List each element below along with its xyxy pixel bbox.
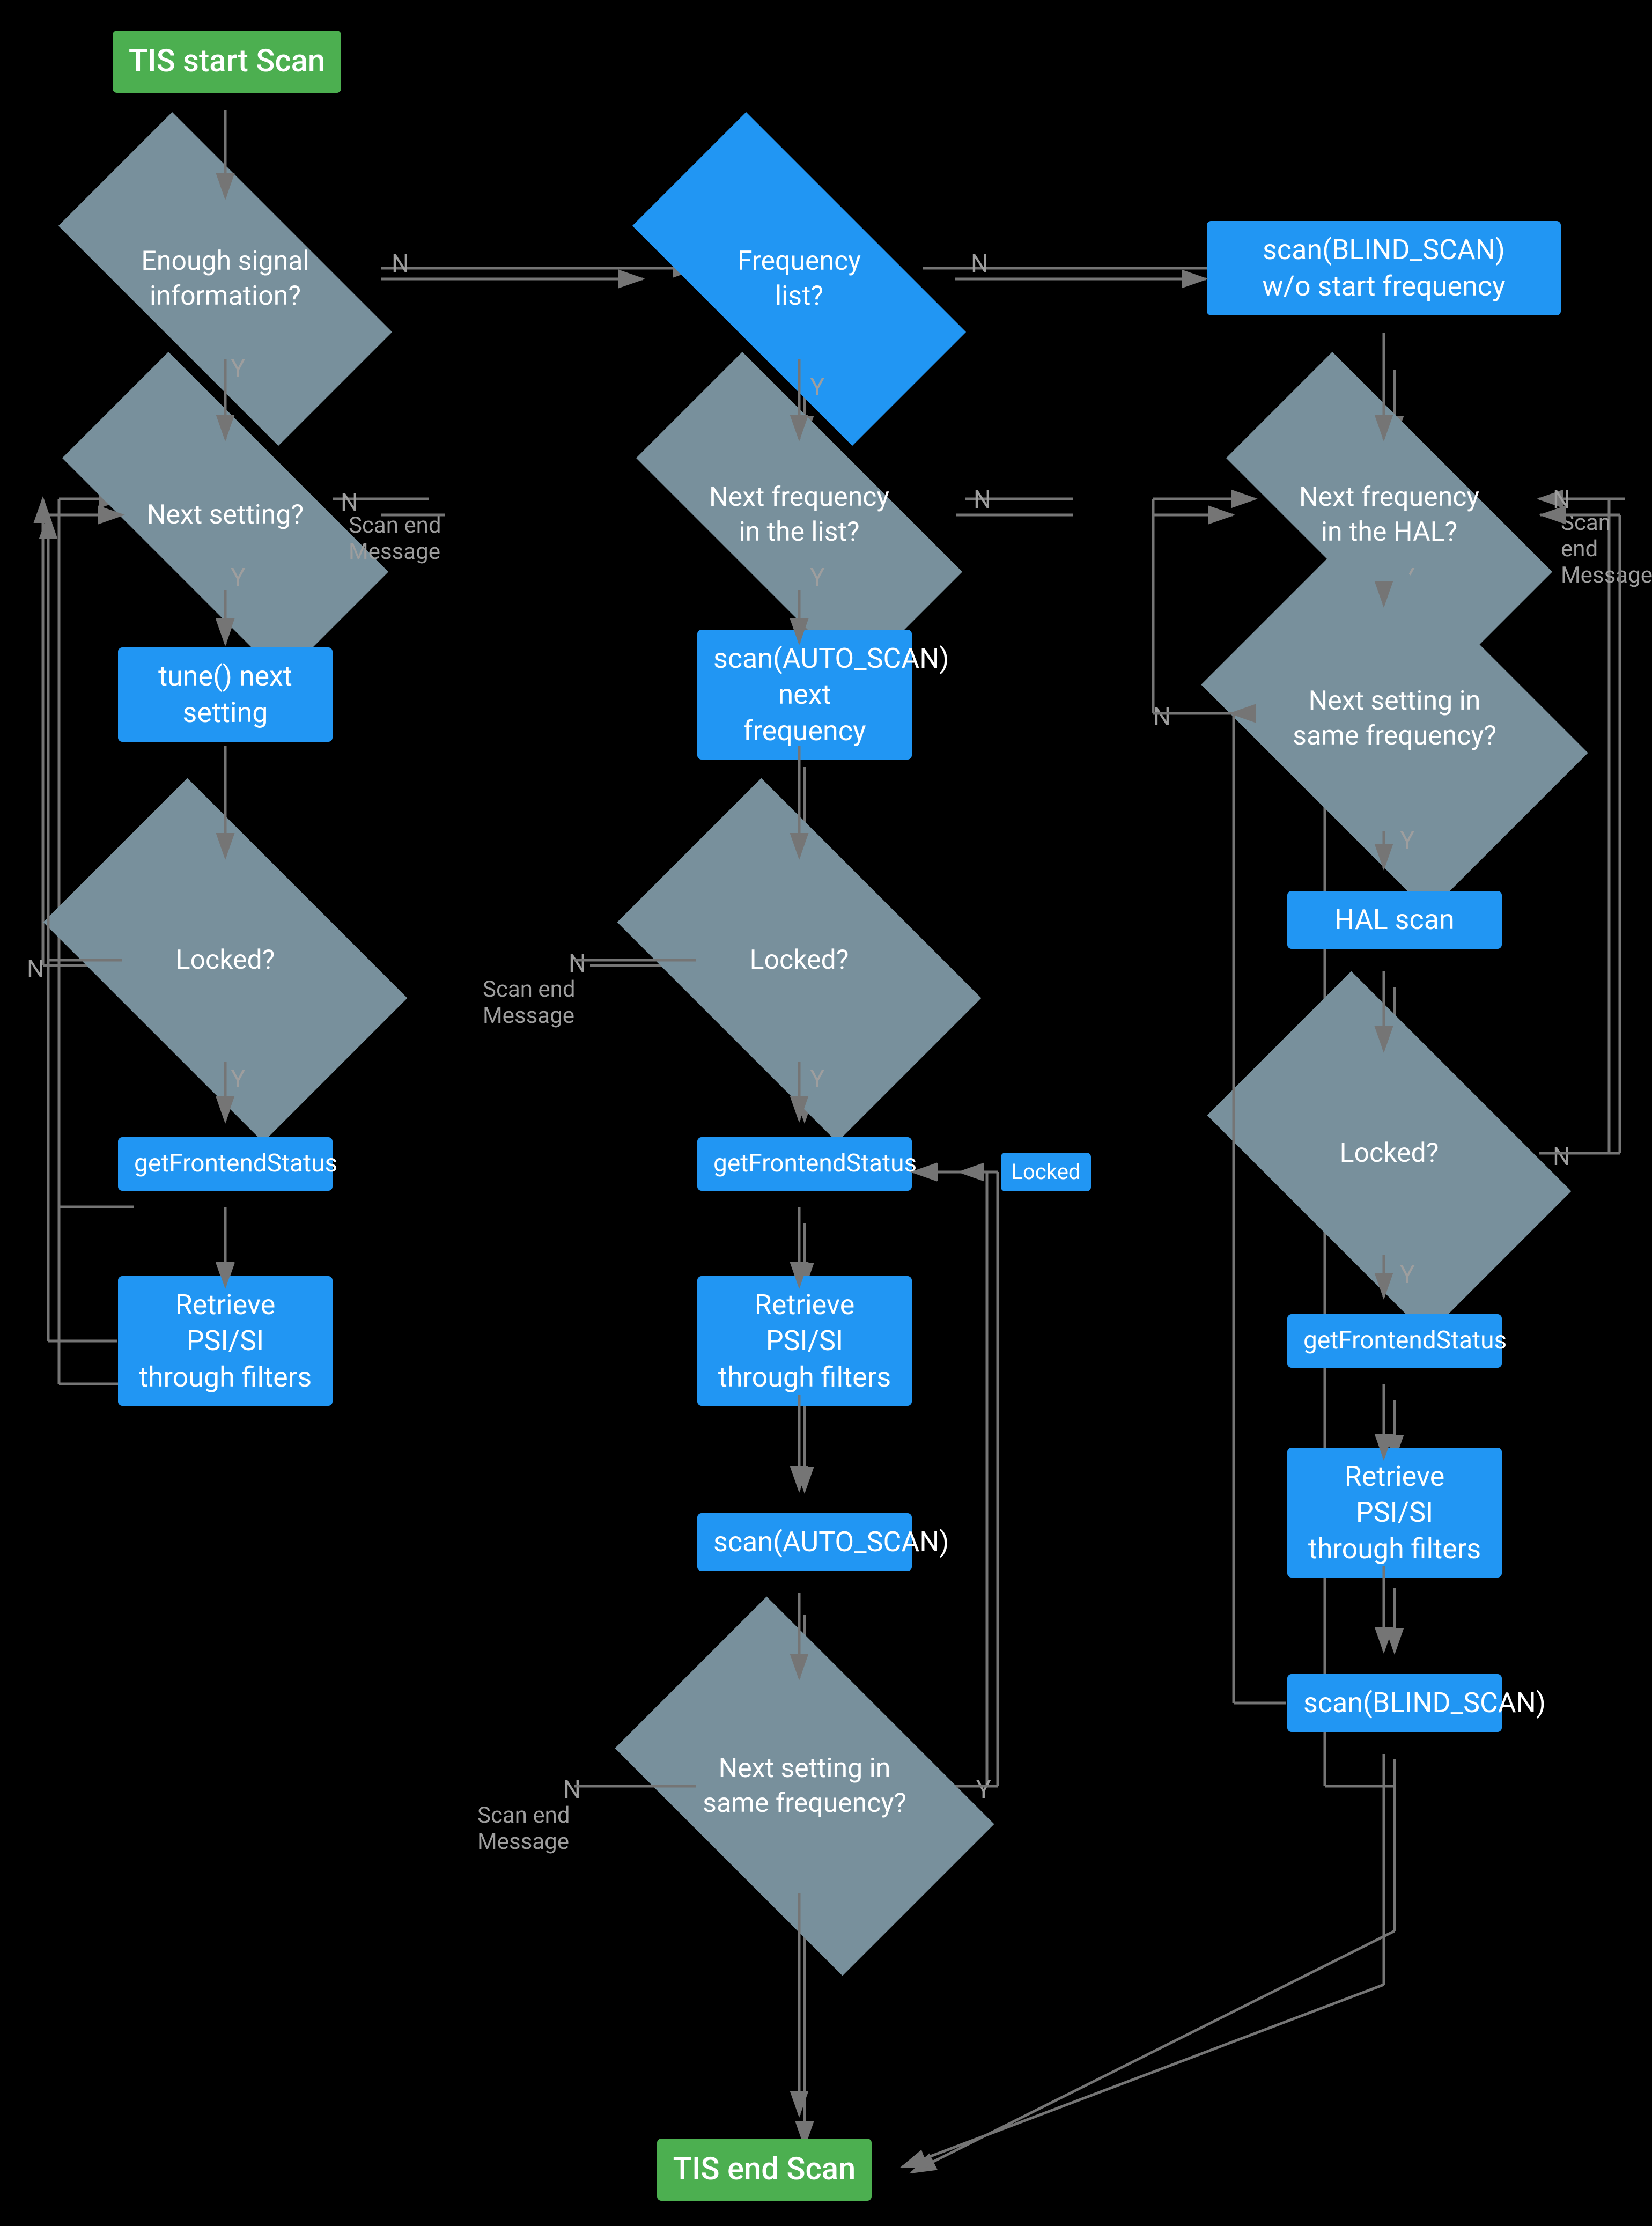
get-frontend3-node: getFrontendStatus: [1287, 1298, 1502, 1384]
locked2-text: Locked?: [750, 943, 849, 978]
n-label-8: N: [569, 949, 586, 978]
n-label-2: N: [971, 249, 989, 278]
n-label-1: N: [392, 249, 409, 278]
retrieve-psi2-node: Retrieve PSI/SIthrough filters: [697, 1287, 912, 1395]
y-label-1: Y: [231, 354, 246, 383]
blind-scan-start-node: scan(BLIND_SCAN)w/o start frequency: [1207, 204, 1561, 333]
next-setting-hal-diamond: Next setting insame frequency?: [1234, 606, 1555, 831]
auto-scan2-node: scan(AUTO_SCAN): [697, 1491, 912, 1593]
locked1-diamond: Locked?: [70, 858, 381, 1062]
next-setting-freq-diamond: Next setting insame frequency?: [644, 1679, 965, 1893]
blind-scan-start-label: scan(BLIND_SCAN)w/o start frequency: [1207, 221, 1561, 315]
end-label: TIS end Scan: [657, 2139, 872, 2200]
next-freq-hal-text: Next frequencyin the HAL?: [1299, 480, 1479, 550]
start-node: TIS start Scan: [89, 11, 365, 113]
scan-end-msg-1: Scan endMessage: [349, 512, 441, 565]
get-frontend2-node: getFrontendStatus: [697, 1121, 912, 1207]
hal-scan-node: HAL scan: [1287, 869, 1502, 971]
y-label-6: Y: [1400, 826, 1415, 855]
scan-end-msg-4: Scan endMessage: [477, 1802, 570, 1855]
locked3-text: Locked?: [1340, 1136, 1439, 1171]
y-label-9: Y: [1400, 1261, 1415, 1289]
y-label-4: Y: [810, 563, 825, 592]
next-freq-list-text: Next frequencyin the list?: [709, 480, 889, 550]
retrieve-psi2-label: Retrieve PSI/SIthrough filters: [697, 1276, 912, 1406]
locked3-diamond: Locked?: [1234, 1051, 1545, 1255]
get-frontend3-label: getFrontendStatus: [1287, 1314, 1502, 1368]
n-label-4: N: [974, 485, 991, 514]
start-label: TIS start Scan: [113, 31, 341, 92]
y-label-3: Y: [231, 563, 246, 592]
y-label-10: Y: [976, 1775, 991, 1804]
scan-end-msg-2: Scan endMessage: [1561, 510, 1652, 588]
retrieve-psi3-label: Retrieve PSI/SIthrough filters: [1287, 1448, 1502, 1578]
tune-next-label: tune() next setting: [118, 647, 333, 741]
blind-scan2-label: scan(BLIND_SCAN): [1287, 1674, 1502, 1732]
n-label-6: N: [1153, 703, 1171, 732]
tune-next-node: tune() next setting: [118, 644, 333, 746]
locked2-diamond: Locked?: [644, 858, 955, 1062]
locked-badge: Locked: [992, 1151, 1100, 1193]
blind-scan2-node: scan(BLIND_SCAN): [1287, 1652, 1502, 1754]
enough-signal-text: Enough signalinformation?: [141, 244, 309, 314]
auto-scan-next-node: scan(AUTO_SCAN)next frequency: [697, 644, 912, 746]
get-frontend1-node: getFrontendStatus: [118, 1121, 333, 1207]
next-setting-hal-text: Next setting insame frequency?: [1293, 684, 1496, 754]
y-label-8: Y: [810, 1065, 825, 1094]
next-setting-text: Next setting?: [147, 498, 304, 533]
retrieve-psi1-label: Retrieve PSI/SIthrough filters: [118, 1276, 333, 1406]
y-label-7: Y: [231, 1065, 246, 1094]
n-label-10: N: [563, 1775, 581, 1804]
n-label-7: N: [27, 955, 45, 984]
retrieve-psi1-node: Retrieve PSI/SIthrough filters: [118, 1287, 333, 1395]
n-label-9: N: [1553, 1143, 1570, 1171]
auto-scan-next-label: scan(AUTO_SCAN)next frequency: [697, 630, 912, 760]
next-setting-freq-text: Next setting insame frequency?: [703, 1751, 906, 1821]
frequency-list-text: Frequencylist?: [738, 244, 861, 314]
locked1-text: Locked?: [176, 943, 275, 978]
frequency-list-diamond: Frequencylist?: [644, 198, 955, 359]
retrieve-psi3-node: Retrieve PSI/SIthrough filters: [1287, 1459, 1502, 1566]
enough-signal-diamond: Enough signalinformation?: [70, 198, 381, 359]
hal-scan-label: HAL scan: [1287, 891, 1502, 949]
auto-scan2-label: scan(AUTO_SCAN): [697, 1513, 912, 1571]
y-label-2: Y: [810, 373, 825, 402]
get-frontend2-label: getFrontendStatus: [697, 1137, 912, 1191]
end-node: TIS end Scan: [626, 2116, 902, 2223]
next-setting-diamond: Next setting?: [70, 440, 381, 590]
get-frontend1-label: getFrontendStatus: [118, 1137, 333, 1191]
locked-badge-label: Locked: [1001, 1153, 1092, 1191]
next-freq-list-diamond: Next frequencyin the list?: [644, 440, 955, 590]
scan-end-msg-3: Scan endMessage: [483, 976, 576, 1029]
